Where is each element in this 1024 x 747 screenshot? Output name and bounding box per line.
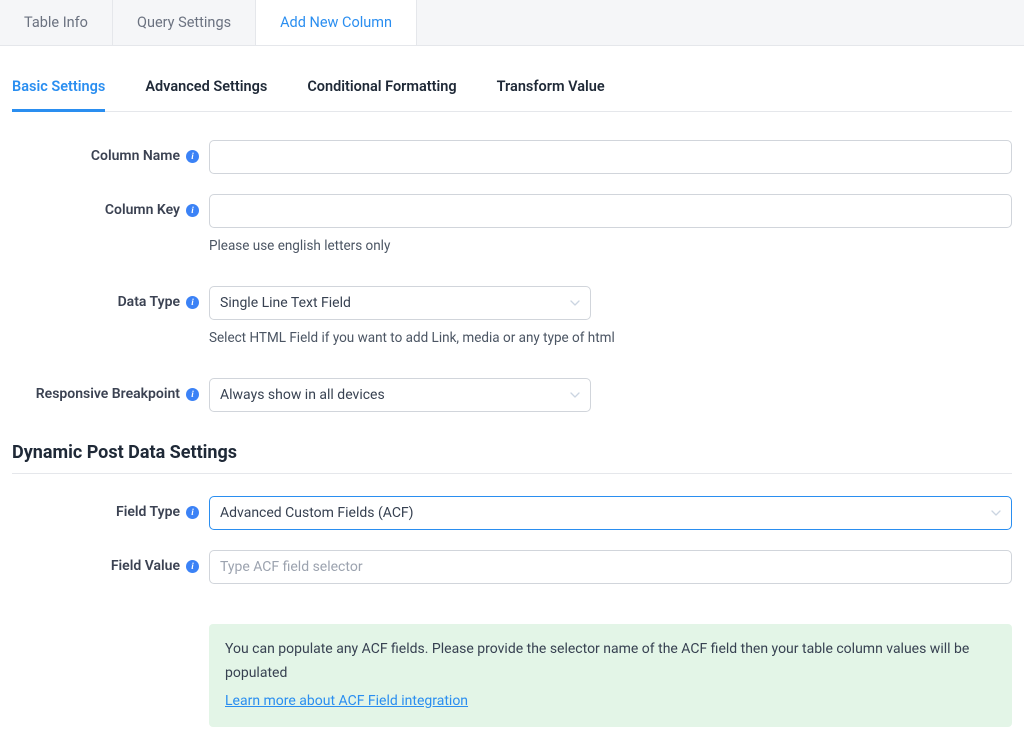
field-value-input[interactable] — [209, 550, 1012, 584]
sub-tabs: Basic Settings Advanced Settings Conditi… — [12, 78, 1012, 112]
row-column-name: Column Name i — [12, 140, 1012, 174]
info-icon[interactable]: i — [186, 560, 199, 573]
subtab-basic-settings[interactable]: Basic Settings — [12, 78, 105, 112]
tab-query-settings[interactable]: Query Settings — [113, 0, 256, 45]
section-divider — [12, 473, 1012, 474]
subtab-conditional-formatting[interactable]: Conditional Formatting — [307, 78, 456, 112]
info-icon[interactable]: i — [186, 296, 199, 309]
label-field-type: Field Type i — [12, 496, 209, 520]
subtab-advanced-settings[interactable]: Advanced Settings — [145, 78, 267, 112]
content-panel: Basic Settings Advanced Settings Conditi… — [0, 46, 1024, 727]
top-tabs: Table Info Query Settings Add New Column — [0, 0, 1024, 46]
column-key-help: Please use english letters only — [209, 238, 1012, 254]
label-field-value: Field Value i — [12, 550, 209, 574]
row-data-type: Data Type i Single Line Text Field Selec… — [12, 286, 1012, 346]
responsive-breakpoint-select[interactable]: Always show in all devices — [209, 378, 591, 412]
data-type-help: Select HTML Field if you want to add Lin… — [209, 330, 1012, 346]
info-icon[interactable]: i — [186, 150, 199, 163]
column-key-input[interactable] — [209, 194, 1012, 228]
acf-notice: You can populate any ACF fields. Please … — [209, 624, 1012, 727]
tab-add-new-column[interactable]: Add New Column — [256, 0, 417, 45]
column-name-input[interactable] — [209, 140, 1012, 174]
section-heading-dynamic: Dynamic Post Data Settings — [12, 442, 1012, 463]
info-icon[interactable]: i — [186, 388, 199, 401]
label-column-name: Column Name i — [12, 140, 209, 164]
row-column-key: Column Key i Please use english letters … — [12, 194, 1012, 254]
tab-table-info[interactable]: Table Info — [0, 0, 113, 45]
field-type-select[interactable]: Advanced Custom Fields (ACF) — [209, 496, 1012, 530]
notice-text: You can populate any ACF fields. Please … — [225, 641, 969, 681]
info-icon[interactable]: i — [186, 506, 199, 519]
row-field-value: Field Value i You can populate any ACF f… — [12, 550, 1012, 727]
row-responsive-breakpoint: Responsive Breakpoint i Always show in a… — [12, 378, 1012, 412]
data-type-select[interactable]: Single Line Text Field — [209, 286, 591, 320]
notice-link[interactable]: Learn more about ACF Field integration — [225, 690, 468, 714]
label-responsive-breakpoint: Responsive Breakpoint i — [12, 378, 209, 402]
info-icon[interactable]: i — [186, 204, 199, 217]
label-data-type: Data Type i — [12, 286, 209, 310]
subtab-transform-value[interactable]: Transform Value — [497, 78, 605, 112]
row-field-type: Field Type i Advanced Custom Fields (ACF… — [12, 496, 1012, 530]
label-column-key: Column Key i — [12, 194, 209, 218]
